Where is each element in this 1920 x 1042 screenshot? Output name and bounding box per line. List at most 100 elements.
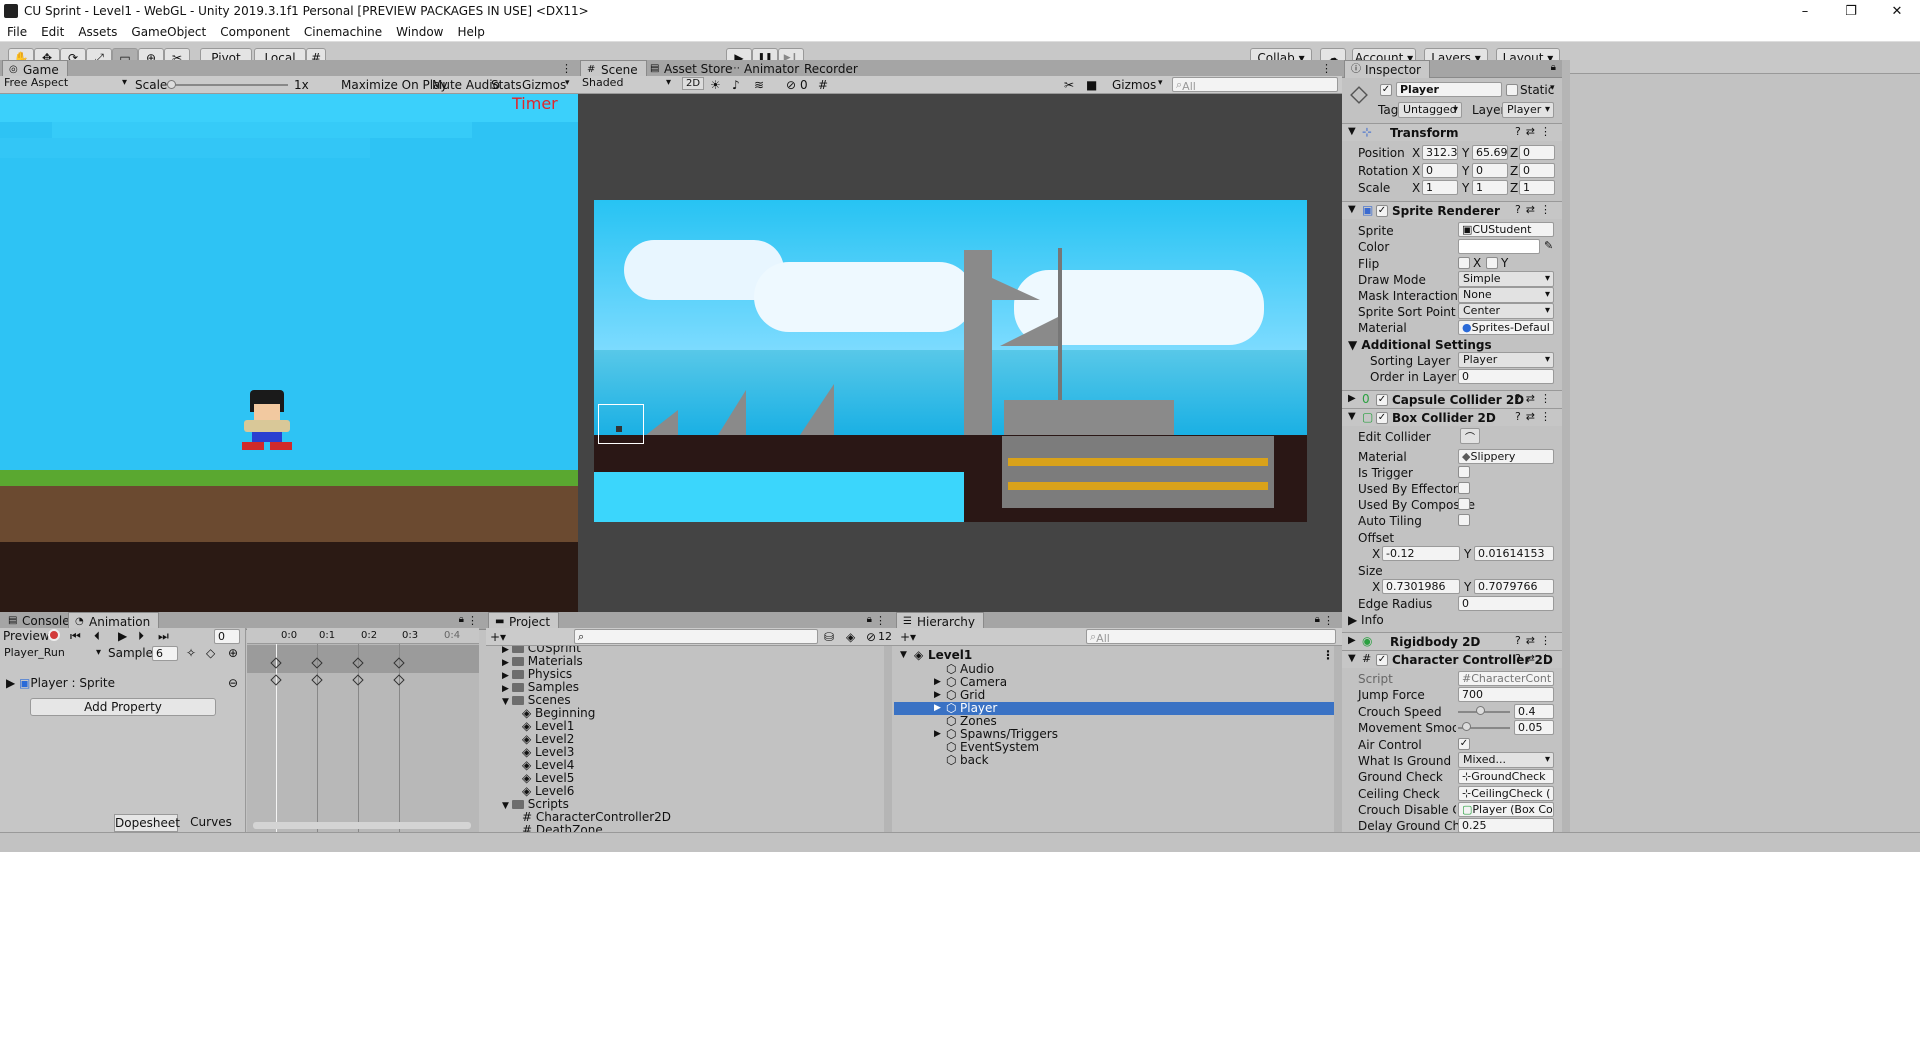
scene-options-icon[interactable]: ⋮ [1322, 649, 1334, 662]
project-search-input[interactable]: ⌕ [574, 629, 818, 644]
expand-arrow-icon[interactable]: ▼ [1348, 653, 1356, 664]
component-buttons-icon[interactable]: ?⇄⋮ [1515, 634, 1556, 647]
search-by-type-icon[interactable]: ⛁ [824, 630, 834, 644]
mask-interaction-dropdown[interactable]: None [1458, 287, 1554, 303]
menu-assets[interactable]: Assets [71, 25, 124, 39]
close-button[interactable]: ✕ [1874, 0, 1920, 22]
eyedropper-icon[interactable]: ✎ [1544, 239, 1553, 252]
prev-keyframe-icon[interactable]: ⏴ [94, 629, 100, 644]
folder-expand-arrow-icon[interactable]: ▶ [502, 671, 512, 681]
panel-menu-icon[interactable]: ⋮ [561, 62, 572, 75]
expand-arrow-icon[interactable]: ▼ [1348, 126, 1356, 137]
lighting-icon[interactable]: ☀ [710, 78, 721, 92]
scene-root-row[interactable]: ▼ ◈ Level1 ⋮ [894, 649, 1342, 662]
playhead[interactable] [276, 644, 277, 832]
rigidbody-header[interactable]: ▶ ◉ Rigidbody 2D ?⇄⋮ [1342, 632, 1562, 650]
additional-settings-foldout[interactable]: ▼ Additional Settings [1348, 338, 1492, 352]
menu-component[interactable]: Component [213, 25, 297, 39]
inspector-scrollbar[interactable] [1562, 60, 1570, 832]
hierarchy-scrollbar[interactable] [1334, 646, 1342, 832]
shading-mode-dropdown[interactable]: Shaded [578, 76, 674, 92]
hierarchy-create-icon[interactable]: +▾ [900, 630, 916, 644]
folder-expand-arrow-icon[interactable]: ▶ [502, 658, 512, 668]
animation-lock-icon[interactable]: 🔒︎ [459, 614, 464, 625]
component-buttons-icon[interactable]: ?⇄⋮ [1515, 410, 1556, 423]
hierarchy-menu-icon[interactable]: ⋮ [1323, 614, 1334, 627]
2d-mode-toggle[interactable]: 2D [682, 77, 705, 90]
static-checkbox[interactable] [1506, 84, 1518, 96]
order-in-layer-field[interactable]: 0 [1458, 369, 1554, 384]
player-gizmo[interactable] [616, 426, 622, 432]
position-z-field[interactable]: 0 [1519, 145, 1555, 160]
keyframe-sprite-2[interactable] [352, 674, 364, 686]
character-controller-header[interactable]: ▼ # ✓ Character Controller 2D ?⇄⋮ [1342, 650, 1562, 668]
crouch-speed-field[interactable]: 0.4 [1514, 704, 1554, 719]
project-menu-icon[interactable]: ⋮ [875, 614, 886, 627]
scale-slider-thumb[interactable] [167, 80, 176, 89]
position-x-field[interactable]: 312.38 [1422, 145, 1458, 160]
frame-field[interactable]: 0 [214, 629, 240, 644]
add-keyframe-icon[interactable]: ✧ [186, 646, 196, 660]
is-trigger-checkbox[interactable] [1458, 466, 1470, 478]
draw-mode-dropdown[interactable]: Simple [1458, 271, 1554, 287]
last-keyframe-icon[interactable]: ⏭ [158, 629, 169, 644]
camera-gizmo[interactable] [598, 404, 644, 444]
add-event-icon[interactable]: ◇ [206, 646, 215, 660]
sprite-renderer-header[interactable]: ▼ ▣ ✓ Sprite Renderer ?⇄⋮ [1342, 201, 1562, 219]
folder-expand-arrow-icon[interactable]: ▼ [502, 801, 512, 811]
movement-smoothing-field[interactable]: 0.05 [1514, 720, 1554, 735]
hierarchy-expand-arrow-icon[interactable]: ▶ [934, 702, 941, 715]
record-icon[interactable] [48, 629, 60, 641]
stats-toggle[interactable]: Stats [491, 78, 522, 92]
offset-x-field[interactable]: -0.12 [1382, 546, 1460, 561]
offset-y-field[interactable]: 0.01614153 [1474, 546, 1554, 561]
dopesheet-timeline[interactable]: 0:0 0:1 0:2 0:3 0:4 [247, 628, 479, 832]
menu-gameobject[interactable]: GameObject [124, 25, 213, 39]
keyframe-sprite-0[interactable] [270, 674, 282, 686]
effects-icon[interactable]: ≋ [754, 78, 764, 92]
hierarchy-search-input[interactable]: ⌕ All [1086, 629, 1336, 644]
camera-icon[interactable]: ■ [1086, 78, 1097, 92]
scale-slider-track[interactable] [170, 84, 288, 86]
what-is-ground-dropdown[interactable]: Mixed... [1458, 752, 1554, 768]
sprite-field[interactable]: ▣CUStudent [1458, 222, 1554, 237]
grid-toggle-icon[interactable]: # [818, 78, 828, 92]
mute-audio-toggle[interactable]: Mute Audio [432, 78, 500, 92]
lock-icon[interactable]: 🔒︎ [1551, 62, 1556, 73]
collapsed-arrow-icon[interactable]: ▶ [1348, 635, 1356, 646]
curves-tab[interactable]: Curves [178, 814, 244, 832]
layer-dropdown[interactable]: Player [1502, 102, 1554, 118]
scene-panel-menu-icon[interactable]: ⋮ [1321, 62, 1332, 75]
color-swatch[interactable] [1458, 239, 1540, 254]
edit-collider-button[interactable]: ⌒ [1460, 428, 1480, 444]
sorting-layer-dropdown[interactable]: Player [1458, 352, 1554, 368]
keyframe-sprite-1[interactable] [311, 674, 323, 686]
project-hidden-icon[interactable]: ⊘ [866, 630, 876, 644]
component-buttons-icon[interactable]: ?⇄⋮ [1515, 392, 1556, 405]
transform-header[interactable]: ▼ ⊹ Transform ?⇄⋮ [1342, 123, 1562, 141]
sprite-sort-point-dropdown[interactable]: Center [1458, 303, 1554, 319]
folder-expand-arrow-icon[interactable]: ▶ [502, 684, 512, 694]
expand-arrow-icon[interactable]: ▼ [1348, 411, 1356, 422]
menu-edit[interactable]: Edit [34, 25, 71, 39]
add-property-icon[interactable]: ⊕ [228, 646, 238, 660]
hierarchy-lock-icon[interactable]: 🔒︎ [1315, 614, 1320, 625]
rotation-z-field[interactable]: 0 [1519, 163, 1555, 178]
collapsed-arrow-icon[interactable]: ▶ [1348, 393, 1356, 404]
scene-search-input[interactable]: ⌕ All [1172, 77, 1338, 92]
project-create-icon[interactable]: +▾ [490, 630, 506, 644]
animation-menu-icon[interactable]: ⋮ [467, 614, 478, 627]
maximize-button[interactable]: ❐ [1828, 0, 1874, 22]
crouch-disable-collider-field[interactable]: ▢Player (Box Co [1458, 802, 1554, 817]
folder-expand-arrow-icon[interactable]: ▶ [502, 646, 512, 655]
hierarchy-expand-arrow-icon[interactable]: ▶ [934, 676, 941, 689]
ceiling-check-field[interactable]: ⊹CeilingCheck ( [1458, 786, 1554, 801]
hierarchy-item[interactable]: ⬡ back [894, 754, 1342, 767]
project-scrollbar[interactable] [884, 646, 892, 832]
tag-dropdown[interactable]: Untagged [1398, 102, 1462, 118]
menu-file[interactable]: File [0, 25, 34, 39]
scale-x-field[interactable]: 1 [1422, 180, 1458, 195]
box-material-field[interactable]: ◆Slippery [1458, 449, 1554, 464]
samples-field[interactable]: 6 [152, 646, 178, 661]
rotation-x-field[interactable]: 0 [1422, 163, 1458, 178]
